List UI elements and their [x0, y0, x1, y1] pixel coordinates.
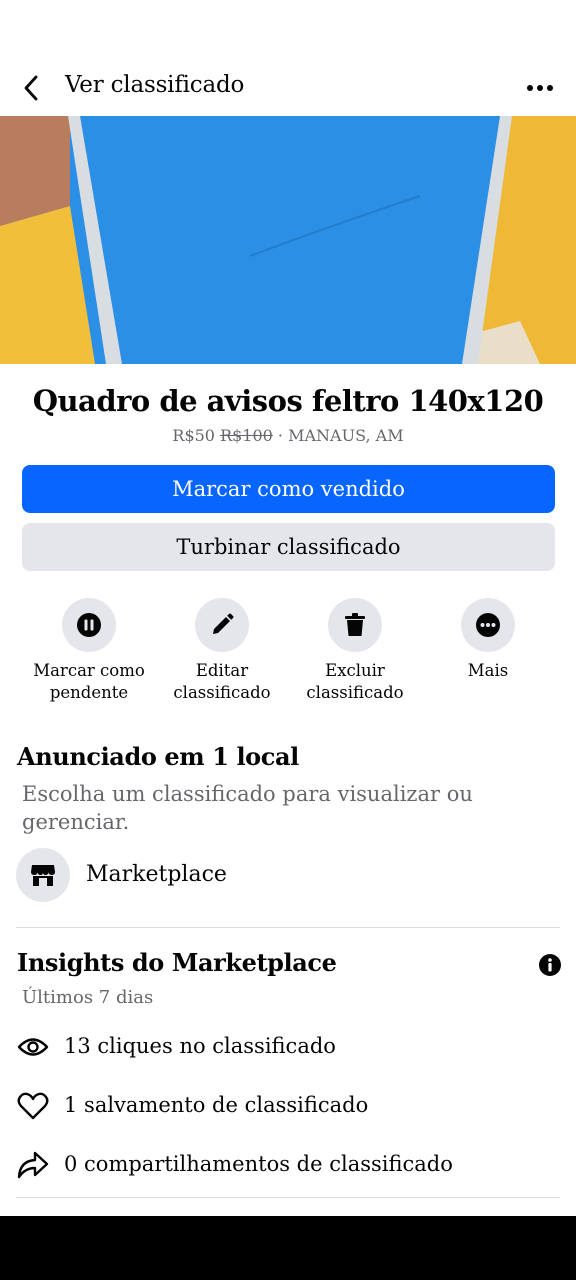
delete-listing-action[interactable]: Excluir classificado: [285, 598, 425, 704]
listing-photo-image: [0, 116, 576, 364]
mark-pending-action[interactable]: Marcar como pendente: [19, 598, 159, 704]
listing-photo[interactable]: [0, 116, 576, 364]
more-actions-label: Mais: [467, 661, 509, 680]
page-title: Ver classificado: [65, 72, 245, 98]
location: MANAUS, AM: [288, 426, 404, 445]
price: R$50: [172, 426, 215, 445]
share-icon: [17, 1151, 49, 1179]
back-button[interactable]: [14, 70, 50, 106]
insights-info-button[interactable]: [537, 952, 563, 978]
stat-shares: 0 compartilhamentos de classificado: [16, 1148, 556, 1182]
mark-pending-button[interactable]: [62, 598, 116, 652]
edit-listing-button[interactable]: [195, 598, 249, 652]
divider: [16, 927, 560, 928]
delete-listing-button[interactable]: [328, 598, 382, 652]
stat-saves-text: 1 salvamento de classificado: [64, 1093, 369, 1117]
action-row: Marcar como pendente Editar classificado…: [0, 598, 576, 708]
divider: [16, 1197, 560, 1198]
marketplace-row[interactable]: Marketplace: [16, 848, 556, 902]
pencil-icon: [213, 613, 234, 634]
more-actions-button[interactable]: [461, 598, 515, 652]
edit-listing-label: Editar classificado: [173, 661, 271, 702]
app-header: Ver classificado: [0, 58, 576, 116]
mark-pending-label: Marcar como pendente: [33, 661, 145, 702]
price-separator: ·: [272, 426, 289, 445]
marketplace-icon-circle: [16, 848, 70, 902]
system-navigation-bar: [0, 1216, 576, 1280]
marketplace-label: Marketplace: [86, 862, 227, 887]
original-price: R$100: [220, 426, 273, 445]
more-action[interactable]: Mais: [418, 598, 558, 682]
listed-in-title: Anunciado em 1 local: [17, 742, 299, 771]
eye-icon: [17, 1038, 49, 1056]
more-icon: [476, 613, 500, 637]
price-line: R$50 R$100 · MANAUS, AM: [0, 426, 576, 445]
pause-icon: [77, 613, 101, 637]
info-icon: [539, 954, 561, 976]
boost-listing-button[interactable]: Turbinar classificado: [22, 523, 555, 571]
edit-listing-action[interactable]: Editar classificado: [152, 598, 292, 704]
listing-title: Quadro de avisos feltro 140x120: [32, 384, 544, 418]
insights-title: Insights do Marketplace: [17, 948, 337, 977]
stat-shares-text: 0 compartilhamentos de classificado: [64, 1152, 453, 1176]
marketplace-shop-icon: [31, 865, 55, 886]
status-bar: [0, 0, 576, 56]
listed-in-description: Escolha um classificado para visualizar …: [22, 782, 473, 834]
more-horizontal-icon: [527, 85, 553, 91]
stat-saves: 1 salvamento de classificado: [16, 1089, 556, 1123]
trash-icon: [345, 613, 365, 636]
chevron-left-icon: [24, 75, 38, 101]
heart-icon: [17, 1092, 49, 1120]
stat-clicks-text: 13 cliques no classificado: [64, 1034, 336, 1058]
insights-period: Últimos 7 dias: [22, 987, 154, 1008]
mark-as-sold-button[interactable]: Marcar como vendido: [22, 465, 555, 513]
delete-listing-label: Excluir classificado: [306, 661, 404, 702]
stat-clicks: 13 cliques no classificado: [16, 1030, 556, 1064]
more-options-button[interactable]: [520, 70, 560, 106]
